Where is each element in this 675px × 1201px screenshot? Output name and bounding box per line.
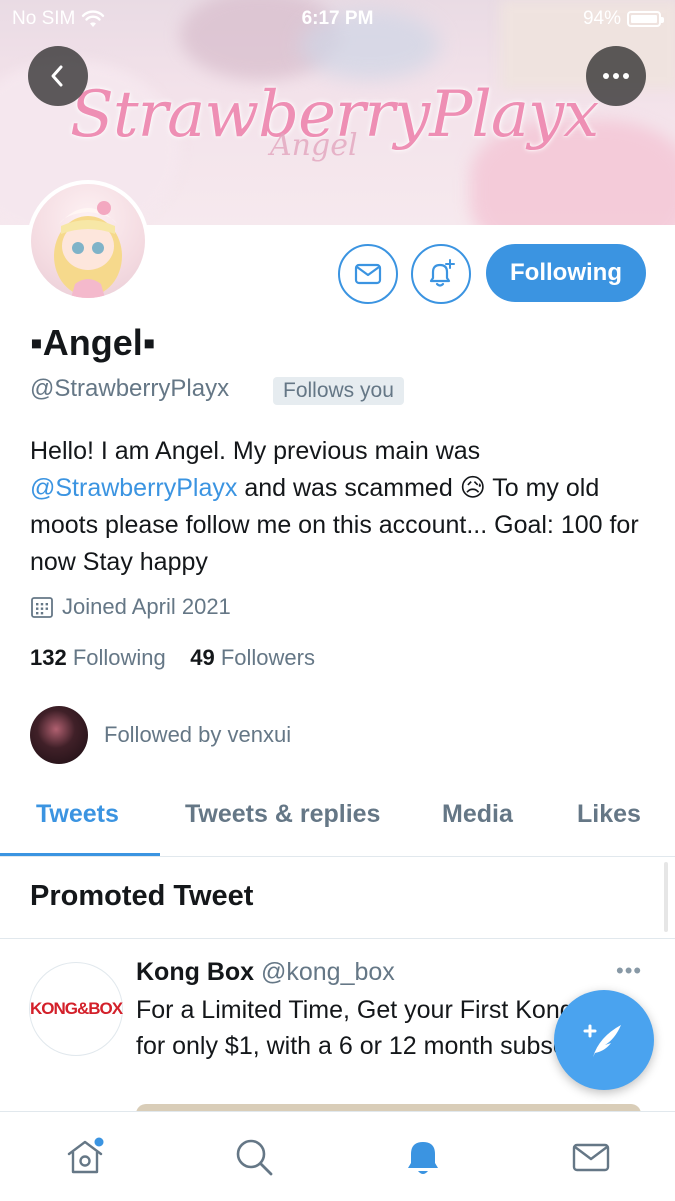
following-count: 132 [30,645,67,670]
bell-plus-icon [429,259,455,287]
message-button[interactable] [338,244,398,304]
ad-author-handle: @kong_box [261,958,395,986]
messages-tab[interactable] [570,1136,612,1178]
notifications-icon [408,1142,438,1174]
compose-feather-icon [583,1024,621,1057]
banner-subtitle: Angel [270,128,358,163]
avatar-image [31,184,145,298]
profile-avatar[interactable] [27,180,149,302]
following-count-link[interactable]: 132 Following [30,645,166,670]
battery-percent: 94% [582,8,621,29]
clock: 6:17 PM [301,8,374,29]
search-tab[interactable] [233,1136,275,1178]
profile-handle: @StrawberryPlayx [30,375,230,402]
compose-tweet-button[interactable] [554,990,654,1090]
followers-count-link[interactable]: 49 Followers [190,645,315,670]
divider [0,938,675,939]
tab-tweets[interactable]: Tweets [36,800,119,829]
profile-tabs: Tweets Tweets & replies Media Likes [0,790,675,857]
home-icon [67,1137,104,1174]
battery-icon [627,11,664,27]
ad-author-avatar[interactable]: KONG&BOX [29,962,123,1056]
tab-likes[interactable]: Likes [577,800,641,829]
scrollbar[interactable] [664,862,668,932]
joined-label: Joined April 2021 [62,594,231,619]
bio-text: Hello! I am Angel. My previous main was [30,437,481,465]
tweet-more-button[interactable]: ••• [616,958,642,984]
tab-media[interactable]: Media [442,800,513,829]
active-tab-indicator [0,853,160,856]
calendar-icon [31,597,53,618]
tab-tweets-and-replies[interactable]: Tweets & replies [185,800,380,829]
chevron-left-icon [51,65,63,87]
more-dots-icon [603,73,629,79]
profile-bio: Hello! I am Angel. My previous main was … [30,433,650,581]
following-button[interactable]: Following [486,244,646,302]
back-button[interactable] [28,46,88,106]
joined-date: Joined April 2021 [30,594,231,620]
bio-mention-link[interactable]: @StrawberryPlayx [30,474,237,502]
notifications-tab[interactable] [402,1136,444,1178]
notifications-toggle-button[interactable] [411,244,471,304]
ad-author[interactable]: Kong Box @kong_box [136,958,395,987]
followers-label: Followers [220,645,315,670]
home-tab[interactable] [64,1136,106,1178]
envelope-icon [354,263,382,285]
bottom-navigation [0,1111,675,1201]
profile-name: ▪Angel▪ [30,322,156,363]
following-label: Following [72,645,166,670]
search-icon [236,1139,273,1176]
follow-counts: 132 Following 49 Followers [30,645,315,671]
followed-by-row[interactable]: Followed by venxui [30,706,291,764]
followers-count: 49 [190,645,215,670]
promoted-tweet-header: Promoted Tweet [30,880,254,912]
followed-by-label: Followed by venxui [104,722,292,747]
follower-avatar [30,706,88,764]
follows-you-badge: Follows you [273,377,404,405]
messages-icon [572,1143,610,1172]
more-options-button[interactable] [586,46,646,106]
status-bar: No SIM 6:17 PM 94% [0,0,675,36]
ad-author-name: Kong Box [136,958,255,986]
